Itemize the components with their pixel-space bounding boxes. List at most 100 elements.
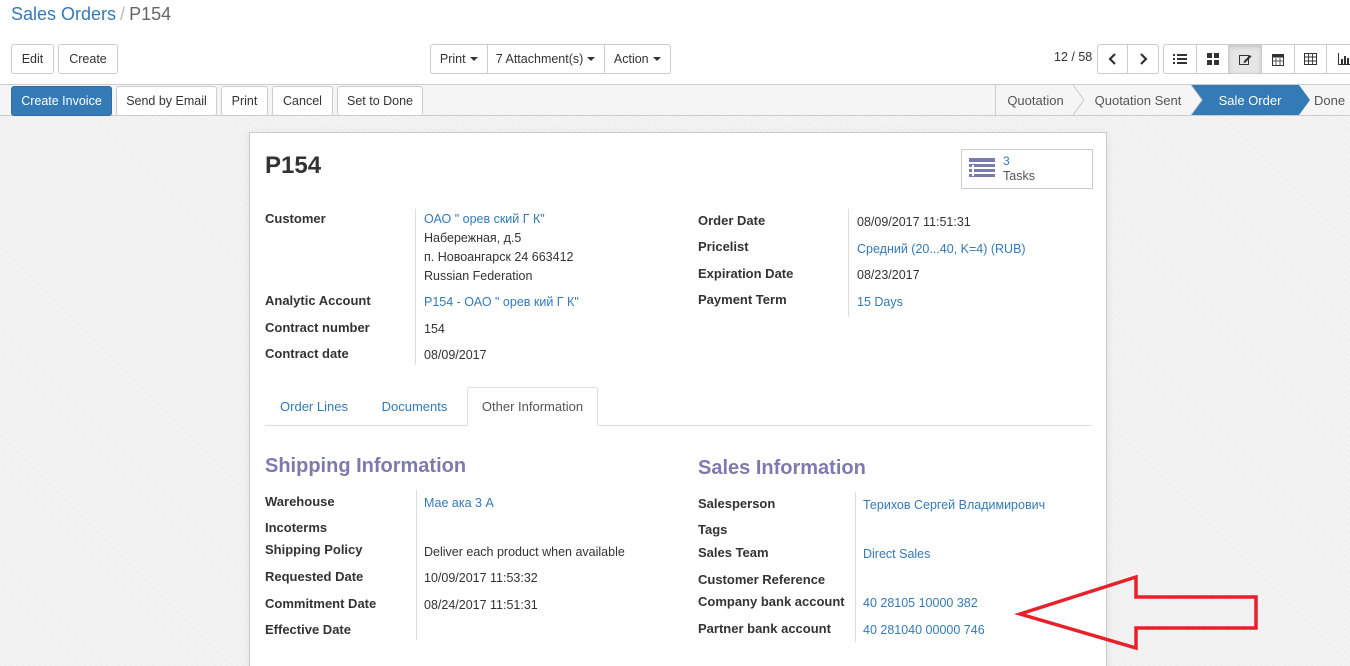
pricelist-link[interactable]: Средний (20...40, K=4) (RUB): [857, 242, 1026, 256]
payment-term-link[interactable]: 15 Days: [857, 295, 903, 309]
list-view-button[interactable]: [1164, 45, 1197, 73]
commitment-date-value: 08/24/2017 11:51:31: [424, 598, 538, 612]
sales-information-title: Sales Information: [698, 457, 866, 479]
status-bar: Create Invoice Send by Email Print Cance…: [0, 84, 1350, 116]
tab-documents[interactable]: Documents: [370, 387, 459, 426]
effective-date-label: Effective Date: [265, 622, 351, 637]
breadcrumb: Sales Orders / P154: [11, 4, 171, 25]
attachments-dropdown-label: 7 Attachment(s): [495, 52, 584, 66]
tasks-count: 3: [1003, 154, 1010, 168]
customer-label: Customer: [265, 211, 326, 226]
payment-term-label: Payment Term: [698, 292, 787, 307]
contract-number-label: Contract number: [265, 320, 370, 335]
requested-date-label: Requested Date: [265, 569, 364, 584]
table-icon: [1304, 53, 1318, 65]
warehouse-link[interactable]: Мае ака 3 А: [424, 496, 494, 510]
kanban-icon: [1206, 53, 1219, 65]
stage-arrow-separator: [1191, 85, 1203, 115]
field-divider: [415, 209, 416, 365]
chevron-right-icon: [1140, 53, 1148, 65]
pager-previous-button[interactable]: [1098, 45, 1129, 73]
tasks-label: Tasks: [1003, 169, 1035, 183]
form-view-button[interactable]: [1229, 45, 1263, 73]
form-sheet: P154 3 Tasks Customer ОАО " ореʙ ский Г …: [249, 132, 1107, 666]
stage-quotation-sent[interactable]: Quotation Sent: [1085, 85, 1191, 115]
view-switcher: [1163, 44, 1350, 74]
control-panel: Sales Orders / P154 Edit Create Print 7 At…: [0, 0, 1350, 84]
field-divider: [848, 209, 849, 317]
print-button[interactable]: Print: [221, 86, 268, 116]
record-title: P154: [265, 152, 322, 179]
order-date-value: 08/09/2017 11:51:31: [857, 215, 971, 229]
shipping-policy-label: Shipping Policy: [265, 542, 363, 557]
incoterms-label: Incoterms: [265, 520, 328, 535]
field-divider: [416, 490, 417, 640]
commitment-date-label: Commitment Date: [265, 596, 377, 611]
breadcrumb-sales-orders-link[interactable]: Sales Orders: [11, 4, 116, 24]
caret-down-icon: [652, 57, 661, 61]
salesperson-label: Salesperson: [698, 496, 776, 511]
action-dropdown[interactable]: Action: [605, 45, 670, 73]
create-invoice-button[interactable]: Create Invoice: [11, 86, 112, 116]
company-bank-account-link[interactable]: 40 28105 10000 382: [863, 596, 978, 610]
pager-next-button[interactable]: [1128, 45, 1158, 73]
stage-arrow-active: [1299, 85, 1310, 115]
shipping-information-title: Shipping Information: [265, 455, 467, 477]
company-bank-account-label: Company bank account: [698, 594, 845, 609]
edit-form-icon: [1238, 54, 1252, 65]
expiration-date-value: 08/23/2017: [857, 268, 920, 282]
tab-other-information[interactable]: Other Information: [467, 387, 598, 426]
bar-chart-icon: [1338, 53, 1350, 65]
customer-country: Russian Federation: [424, 269, 533, 283]
analytic-account-link[interactable]: P154 - ОАО " ореʙ кий Г К": [424, 295, 579, 309]
customer-link[interactable]: ОАО " ореʙ ский Г К": [424, 212, 545, 226]
breadcrumb-separator: /: [120, 4, 126, 24]
requested-date-value: 10/09/2017 11:53:32: [424, 571, 538, 585]
edit-button[interactable]: Edit: [11, 44, 54, 74]
send-by-email-button[interactable]: Send by Email: [116, 86, 217, 116]
calendar-view-button[interactable]: [1262, 45, 1295, 73]
action-dropdown-label: Action: [613, 52, 649, 66]
pivot-view-button[interactable]: [1295, 45, 1328, 73]
create-button[interactable]: Create: [58, 44, 118, 74]
kanban-view-button[interactable]: [1197, 45, 1230, 73]
customer-address-line2: п. Новоангарск 24 663412: [424, 250, 574, 264]
sales-team-label: Sales Team: [698, 545, 769, 560]
stage-done[interactable]: Done: [1311, 85, 1350, 115]
pager-value[interactable]: 12 / 58: [1054, 50, 1092, 64]
stage-sale-order[interactable]: Sale Order: [1191, 85, 1299, 115]
contract-number-value: 154: [424, 322, 445, 336]
stage-arrow-separator: [1073, 85, 1085, 115]
list-icon: [1172, 54, 1187, 64]
attachments-dropdown[interactable]: 7 Attachment(s): [488, 45, 605, 73]
tasks-icon: [969, 158, 995, 177]
set-to-done-button[interactable]: Set to Done: [337, 86, 423, 116]
contract-date-value: 08/09/2017: [424, 348, 487, 362]
chevron-left-icon: [1107, 53, 1116, 65]
field-divider: [855, 492, 856, 642]
pricelist-label: Pricelist: [698, 239, 749, 254]
print-dropdown[interactable]: Print: [431, 45, 488, 73]
tags-label: Tags: [698, 522, 728, 537]
customer-reference-label: Customer Reference: [698, 572, 826, 587]
stage-quotation[interactable]: Quotation: [995, 85, 1075, 115]
salesperson-link[interactable]: Терихов Сергей Владимирович: [863, 498, 1045, 512]
partner-bank-account-link[interactable]: 40 281040 00000 746: [863, 623, 985, 637]
pager-buttons: [1097, 44, 1159, 74]
print-dropdown-label: Print: [439, 52, 466, 66]
caret-down-icon: [469, 57, 478, 61]
expiration-date-label: Expiration Date: [698, 266, 794, 281]
graph-view-button[interactable]: [1327, 45, 1350, 73]
calendar-icon: [1271, 53, 1284, 66]
contract-date-label: Contract date: [265, 346, 349, 361]
shipping-policy-value: Deliver each product when available: [424, 545, 625, 559]
sales-team-link[interactable]: Direct Sales: [863, 547, 930, 561]
analytic-account-label: Analytic Account: [265, 293, 371, 308]
partner-bank-account-label: Partner bank account: [698, 621, 831, 636]
tasks-smart-button[interactable]: 3 Tasks: [961, 149, 1093, 189]
breadcrumb-current: P154: [129, 4, 172, 24]
cancel-button[interactable]: Cancel: [272, 86, 333, 116]
warehouse-label: Warehouse: [265, 494, 335, 509]
tab-order-lines[interactable]: Order Lines: [268, 387, 360, 426]
order-date-label: Order Date: [698, 213, 766, 228]
